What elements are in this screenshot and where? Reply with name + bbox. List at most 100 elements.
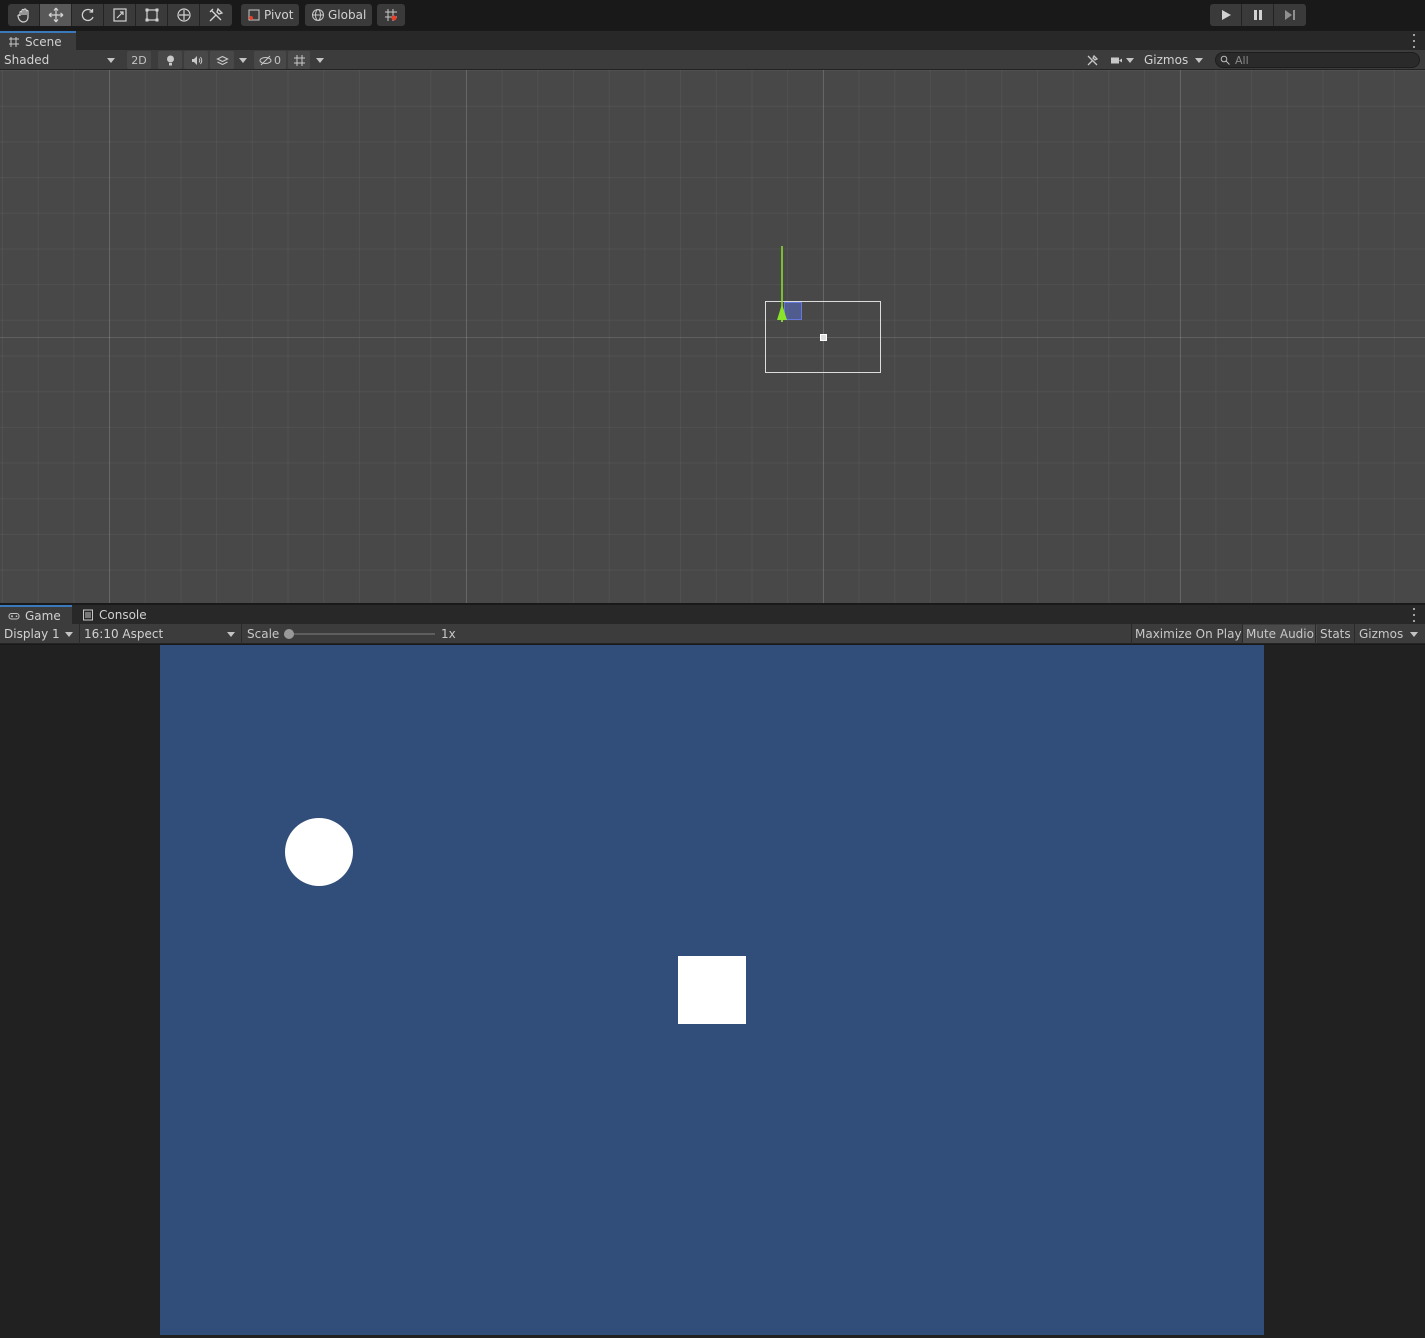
hidden-count: 0: [274, 53, 281, 67]
stats-toggle[interactable]: Stats: [1317, 625, 1354, 643]
effects-toggle[interactable]: [210, 51, 234, 69]
move-tool-button[interactable]: [40, 4, 72, 26]
lighting-toggle[interactable]: [158, 51, 182, 69]
aspect-value: 16:10 Aspect: [84, 627, 164, 641]
game-menu-icon[interactable]: [1411, 608, 1417, 622]
square-sprite: [678, 956, 746, 1024]
grid-line: [0, 337, 1425, 338]
scene-grid-icon: [9, 37, 19, 47]
tab-console[interactable]: Console: [74, 605, 155, 625]
transform-tools: [8, 4, 232, 26]
separator: [241, 624, 242, 644]
globe-icon: [312, 9, 324, 21]
speaker-icon: [191, 55, 202, 65]
pause-icon: [1253, 10, 1262, 20]
scene-search-placeholder: All: [1235, 53, 1249, 67]
game-gizmos-label: Gizmos: [1359, 627, 1404, 641]
maximize-on-play-toggle[interactable]: Maximize On Play: [1132, 625, 1245, 643]
wrench-icon: [1087, 54, 1098, 65]
camera-icon: [1111, 57, 1122, 63]
aspect-dropdown[interactable]: 16:10 Aspect: [80, 625, 240, 643]
pivot-toggle[interactable]: Pivot: [241, 4, 300, 26]
chevron-down-icon: [316, 57, 324, 63]
tab-scene[interactable]: Scene: [0, 31, 76, 51]
transform-tool-button[interactable]: [168, 4, 200, 26]
custom-tool-icon: [209, 7, 224, 22]
chevron-down-icon: [1410, 631, 1418, 637]
rect-tool-button[interactable]: [136, 4, 168, 26]
pivot-icon: [248, 9, 260, 21]
display-value: Display 1: [4, 627, 60, 641]
mute-audio-toggle[interactable]: Mute Audio: [1243, 625, 1317, 643]
tab-scene-label: Scene: [25, 35, 62, 49]
tab-game[interactable]: Game: [0, 605, 72, 625]
hand-tool-button[interactable]: [8, 4, 40, 26]
custom-tool-button[interactable]: [200, 4, 232, 26]
toggle-2d-button[interactable]: 2D: [127, 51, 151, 69]
game-viewport[interactable]: [160, 645, 1264, 1335]
scene-menu-icon[interactable]: [1411, 34, 1417, 48]
play-icon: [1221, 10, 1231, 20]
game-gizmos-toggle[interactable]: Gizmos: [1356, 625, 1406, 643]
grid-icon: [293, 54, 305, 66]
scale-slider-track[interactable]: [290, 633, 435, 635]
rotate-tool-button[interactable]: [72, 4, 104, 26]
separator: [1354, 624, 1355, 644]
console-icon: [83, 609, 93, 621]
layers-icon: [215, 55, 229, 65]
chevron-down-icon: [107, 58, 115, 63]
scene-toolbar: Shaded 2D 0 Gizmos All: [0, 50, 1425, 70]
grid-dropdown[interactable]: [312, 51, 328, 69]
tab-game-label: Game: [25, 609, 61, 623]
grid-toggle[interactable]: [288, 51, 310, 69]
draw-mode-value: Shaded: [4, 53, 50, 67]
rotate-tool-icon: [81, 8, 94, 22]
unity-editor: Pivot Global Scene Shaded 2D 0 Gizmos Al…: [0, 0, 1425, 1338]
grid-snap-icon: [385, 9, 397, 21]
game-tabbar: Game Console: [0, 604, 1425, 625]
grid-snap-button[interactable]: [377, 4, 405, 26]
scale-tool-icon: [112, 8, 127, 22]
scene-gizmos-label: Gizmos: [1144, 53, 1189, 67]
scale-tool-button[interactable]: [104, 4, 136, 26]
play-button[interactable]: [1210, 4, 1242, 26]
chevron-down-icon: [1126, 57, 1134, 63]
move-tool-icon: [48, 7, 63, 23]
move-gizmo[interactable]: [760, 220, 890, 340]
y-axis-arrow[interactable]: [777, 304, 787, 320]
game-gizmos-dropdown[interactable]: [1407, 625, 1421, 643]
global-toggle[interactable]: Global: [305, 4, 373, 26]
hand-tool-icon: [16, 8, 29, 23]
draw-mode-dropdown[interactable]: Shaded: [0, 51, 120, 69]
chevron-down-icon: [65, 632, 73, 637]
effects-dropdown[interactable]: [235, 51, 251, 69]
toggle-2d-label: 2D: [131, 53, 147, 67]
tab-console-label: Console: [99, 608, 147, 622]
scene-gizmos-dropdown[interactable]: Gizmos: [1140, 51, 1208, 69]
ball-sprite: [285, 818, 353, 886]
scene-search-input[interactable]: All: [1215, 52, 1420, 68]
tools-button[interactable]: [1081, 51, 1103, 69]
separator: [1315, 624, 1316, 644]
display-dropdown[interactable]: Display 1: [0, 625, 78, 643]
rect-tool-icon: [145, 8, 158, 22]
chevron-down-icon: [1195, 58, 1203, 63]
gamepad-icon: [8, 613, 20, 620]
game-toolbar: Display 1 16:10 Aspect Scale 1x Maximize…: [0, 624, 1425, 644]
global-label: Global: [328, 8, 367, 22]
pause-button[interactable]: [1242, 4, 1274, 26]
camera-dropdown[interactable]: [1107, 51, 1137, 69]
scale-value: 1x: [441, 627, 456, 641]
hidden-objects-toggle[interactable]: 0: [254, 51, 286, 69]
chevron-down-icon: [227, 632, 235, 637]
step-button[interactable]: [1274, 4, 1306, 26]
maximize-on-play-label: Maximize On Play: [1135, 627, 1242, 641]
pivot-label: Pivot: [264, 8, 294, 22]
audio-toggle[interactable]: [184, 51, 208, 69]
stats-label: Stats: [1320, 627, 1351, 641]
scale-slider-handle[interactable]: [284, 629, 294, 639]
step-icon: [1285, 10, 1295, 20]
scene-viewport[interactable]: [0, 70, 1425, 603]
play-controls: [1210, 4, 1306, 26]
search-icon: [1220, 55, 1230, 65]
